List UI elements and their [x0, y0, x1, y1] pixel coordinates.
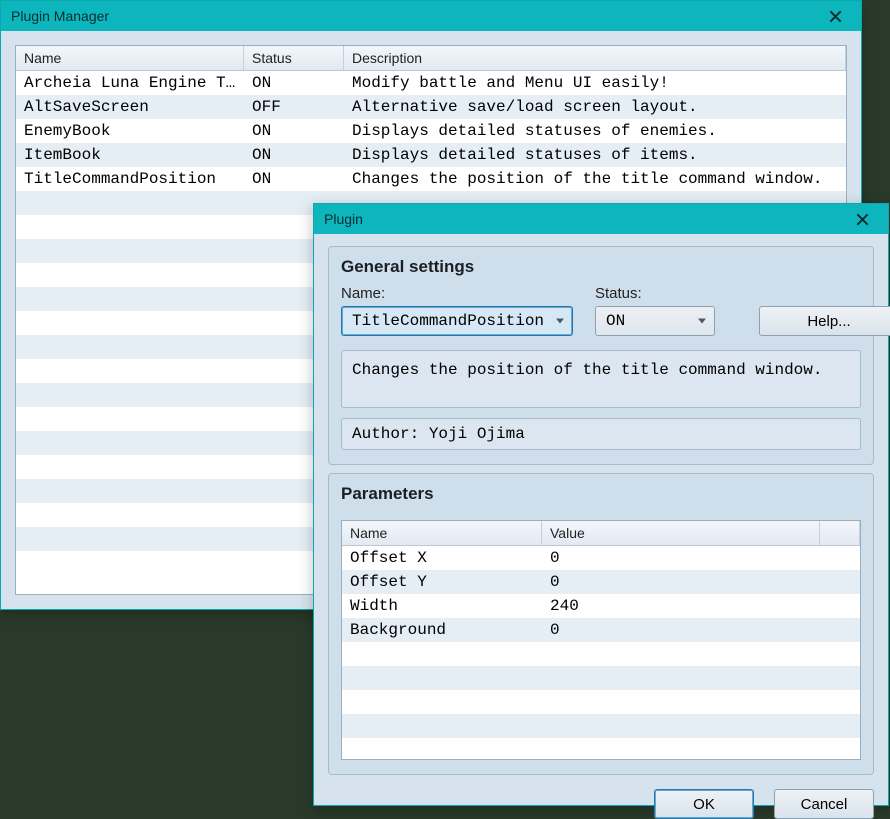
cell-status: ON — [244, 146, 344, 164]
name-select[interactable]: TitleCommandPosition — [341, 306, 573, 336]
plugin-manager-title: Plugin Manager — [11, 8, 815, 24]
cell-param-value: 0 — [542, 549, 820, 567]
table-row[interactable]: Archeia Luna Engine TestONModify battle … — [16, 71, 846, 95]
table-row[interactable]: AltSaveScreenOFFAlternative save/load sc… — [16, 95, 846, 119]
table-row[interactable]: EnemyBookONDisplays detailed statuses of… — [16, 119, 846, 143]
status-label: Status: — [595, 285, 715, 302]
table-row-empty[interactable] — [342, 666, 860, 690]
cell-param-name: Background — [342, 621, 542, 639]
status-select[interactable]: ON — [595, 306, 715, 336]
help-button[interactable]: Help... — [759, 306, 890, 336]
cancel-button[interactable]: Cancel — [774, 789, 874, 819]
cell-param-value: 0 — [542, 621, 820, 639]
parameters-table-header: Name Value — [342, 521, 860, 546]
name-select-value: TitleCommandPosition — [352, 312, 544, 330]
plugin-dialog: Plugin General settings Name: TitleComma… — [313, 203, 889, 806]
table-row[interactable]: Offset X0 — [342, 546, 860, 570]
param-col-spacer — [820, 521, 860, 545]
table-row[interactable]: Offset Y0 — [342, 570, 860, 594]
close-icon[interactable] — [842, 206, 882, 232]
plugin-dialog-title: Plugin — [324, 211, 842, 227]
general-settings-group: General settings Name: TitleCommandPosit… — [328, 246, 874, 465]
cell-param-name: Offset Y — [342, 573, 542, 591]
cell-description: Modify battle and Menu UI easily! — [344, 74, 846, 92]
cell-name: EnemyBook — [16, 122, 244, 140]
table-row-empty[interactable] — [342, 690, 860, 714]
ok-button[interactable]: OK — [654, 789, 754, 819]
table-row[interactable]: TitleCommandPositionONChanges the positi… — [16, 167, 846, 191]
cell-status: ON — [244, 122, 344, 140]
table-row[interactable]: ItemBookONDisplays detailed statuses of … — [16, 143, 846, 167]
cell-param-name: Width — [342, 597, 542, 615]
plugin-manager-titlebar[interactable]: Plugin Manager — [1, 1, 861, 31]
dialog-footer: OK Cancel — [328, 783, 874, 819]
parameters-table-body: Offset X0Offset Y0Width240Background0 — [342, 546, 860, 759]
cell-description: Alternative save/load screen layout. — [344, 98, 846, 116]
col-name[interactable]: Name — [16, 46, 244, 70]
parameters-group: Parameters Name Value Offset X0Offset Y0… — [328, 473, 874, 775]
parameters-table[interactable]: Name Value Offset X0Offset Y0Width240Bac… — [341, 520, 861, 760]
cell-name: ItemBook — [16, 146, 244, 164]
cell-name: Archeia Luna Engine Test — [16, 74, 244, 92]
chevron-down-icon — [698, 319, 706, 324]
cell-status: OFF — [244, 98, 344, 116]
param-col-value[interactable]: Value — [542, 521, 820, 545]
parameters-heading: Parameters — [341, 484, 861, 504]
table-row-empty[interactable] — [342, 714, 860, 738]
cell-param-value: 0 — [542, 573, 820, 591]
table-row-empty[interactable] — [342, 642, 860, 666]
name-label: Name: — [341, 285, 573, 302]
cell-param-name: Offset X — [342, 549, 542, 567]
param-col-name[interactable]: Name — [342, 521, 542, 545]
close-icon[interactable] — [815, 3, 855, 29]
table-row[interactable]: Background0 — [342, 618, 860, 642]
cell-name: TitleCommandPosition — [16, 170, 244, 188]
cell-status: ON — [244, 170, 344, 188]
cell-description: Displays detailed statuses of enemies. — [344, 122, 846, 140]
cell-status: ON — [244, 74, 344, 92]
general-settings-heading: General settings — [341, 257, 861, 277]
table-row-empty[interactable] — [342, 738, 860, 759]
chevron-down-icon — [556, 319, 564, 324]
plugin-description: Changes the position of the title comman… — [341, 350, 861, 408]
col-description[interactable]: Description — [344, 46, 846, 70]
cell-name: AltSaveScreen — [16, 98, 244, 116]
cell-param-value: 240 — [542, 597, 820, 615]
plugin-dialog-titlebar[interactable]: Plugin — [314, 204, 888, 234]
plugin-author: Author: Yoji Ojima — [341, 418, 861, 450]
cell-description: Changes the position of the title comman… — [344, 170, 846, 188]
plugin-table-header: Name Status Description — [16, 46, 846, 71]
cell-description: Displays detailed statuses of items. — [344, 146, 846, 164]
table-row[interactable]: Width240 — [342, 594, 860, 618]
col-status[interactable]: Status — [244, 46, 344, 70]
status-select-value: ON — [606, 312, 625, 330]
